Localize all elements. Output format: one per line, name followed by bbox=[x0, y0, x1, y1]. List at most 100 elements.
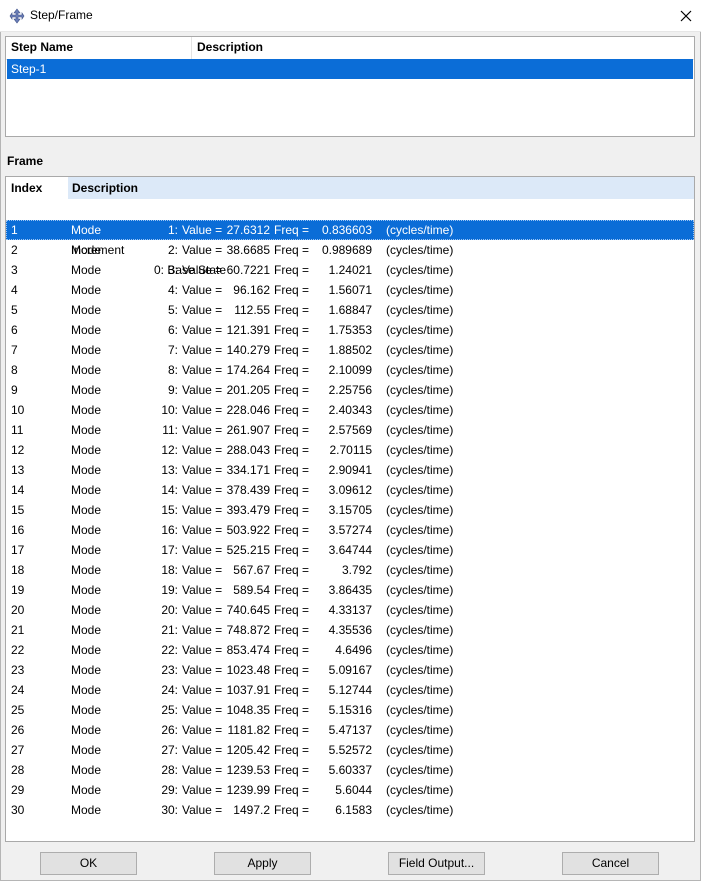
frame-row[interactable]: 9 Mode 9: Value = 201.205 Freq = 2.25756 (cycle… bbox=[6, 380, 694, 400]
frame-type: Mode bbox=[71, 303, 102, 317]
frame-row[interactable]: 24 Mode 24: Value = 1037.91 Freq = 5.12744 (cyc… bbox=[6, 680, 694, 700]
frequency: 3.86435 bbox=[328, 583, 372, 597]
frame-row[interactable]: 28 Mode 28: Value = 1239.53 Freq = 5.60337 (cyc… bbox=[6, 760, 694, 780]
frame-row[interactable]: 2 Mode 2: Value = 38.6685 Freq = 0.989689 (cycl… bbox=[6, 240, 694, 260]
frame-row[interactable]: 25 Mode 25: Value = 1048.35 Freq = 5.15316 (cyc… bbox=[6, 700, 694, 720]
mode-number: 4: bbox=[167, 283, 178, 297]
frame-index: 13 bbox=[11, 463, 25, 477]
frame-row[interactable]: 7 Mode 7: Value = 140.279 Freq = 1.88502 (cycle… bbox=[6, 340, 694, 360]
frequency-unit: (cycles/time) bbox=[386, 643, 454, 657]
step-table: Step Name Description Step-1 bbox=[5, 36, 695, 137]
frequency-unit: (cycles/time) bbox=[386, 303, 454, 317]
eigenvalue: 1023.48 bbox=[226, 663, 270, 677]
frequency: 5.12744 bbox=[328, 683, 372, 697]
frequency-unit: (cycles/time) bbox=[386, 463, 454, 477]
frame-row[interactable]: 29 Mode 29: Value = 1239.99 Freq = 5.6044 (cycl… bbox=[6, 780, 694, 800]
frame-index: 18 bbox=[11, 563, 25, 577]
mode-number: 20: bbox=[161, 603, 178, 617]
frequency-unit: (cycles/time) bbox=[386, 763, 454, 777]
mode-number: 26: bbox=[161, 723, 178, 737]
frame-row[interactable]: 22 Mode 22: Value = 853.474 Freq = 4.6496 (cycl… bbox=[6, 640, 694, 660]
frame-row[interactable]: 4 Mode 4: Value = 96.162 Freq = 1.56071 (cycles… bbox=[6, 280, 694, 300]
frame-row[interactable]: 17 Mode 17: Value = 525.215 Freq = 3.64744 (cyc… bbox=[6, 540, 694, 560]
freq-label: Freq = bbox=[274, 463, 310, 477]
frame-type: Mode bbox=[71, 463, 102, 477]
frequency-unit: (cycles/time) bbox=[386, 803, 454, 817]
mode-number: 29: bbox=[161, 783, 178, 797]
frequency: 1.75353 bbox=[328, 323, 372, 337]
frame-row[interactable]: 1 Mode 1: Value = 27.6312 Freq = 0.836603 (cycl… bbox=[6, 220, 694, 240]
frame-type: Mode bbox=[71, 563, 102, 577]
frame-row[interactable]: 21 Mode 21: Value = 748.872 Freq = 4.35536 (cyc… bbox=[6, 620, 694, 640]
frame-index: 11 bbox=[11, 423, 24, 437]
frame-row[interactable]: 20 Mode 20: Value = 740.645 Freq = 4.33137 (cyc… bbox=[6, 600, 694, 620]
frame-index: 5 bbox=[11, 303, 18, 317]
frame-row[interactable]: 23 Mode 23: Value = 1023.48 Freq = 5.09167 (cyc… bbox=[6, 660, 694, 680]
freq-label: Freq = bbox=[274, 423, 310, 437]
frame-row[interactable]: 16 Mode 16: Value = 503.922 Freq = 3.57274 (cyc… bbox=[6, 520, 694, 540]
frame-row[interactable]: 8 Mode 8: Value = 174.264 Freq = 2.10099 (cycle… bbox=[6, 360, 694, 380]
frequency: 3.15705 bbox=[328, 503, 372, 517]
frame-row[interactable]: 15 Mode 15: Value = 393.479 Freq = 3.15705 (cyc… bbox=[6, 500, 694, 520]
frame-row[interactable]: 6 Mode 6: Value = 121.391 Freq = 1.75353 (cycle… bbox=[6, 320, 694, 340]
frame-row[interactable]: 12 Mode 12: Value = 288.043 Freq = 2.70115 (cyc… bbox=[6, 440, 694, 460]
frame-index: 12 bbox=[11, 443, 25, 457]
column-description[interactable]: Description bbox=[192, 37, 692, 59]
freq-label: Freq = bbox=[274, 583, 310, 597]
mode-number: 14: bbox=[161, 483, 178, 497]
frame-type: Mode bbox=[71, 343, 102, 357]
frequency: 5.6044 bbox=[335, 783, 372, 797]
column-step-name[interactable]: Step Name bbox=[6, 37, 192, 59]
frequency: 3.57274 bbox=[328, 523, 372, 537]
column-description[interactable]: Description bbox=[68, 177, 694, 199]
eigenvalue: 121.391 bbox=[226, 323, 270, 337]
frame-row[interactable]: 26 Mode 26: Value = 1181.82 Freq = 5.47137 (cyc… bbox=[6, 720, 694, 740]
title-bar: Step/Frame bbox=[0, 0, 701, 32]
frame-row[interactable]: 30 Mode 30: Value = 1497.2 Freq = 6.1583 (cycle… bbox=[6, 800, 694, 820]
column-index[interactable]: Index bbox=[6, 177, 68, 199]
step-row-step-1[interactable]: Step-1 bbox=[7, 59, 693, 79]
frame-row[interactable]: 10 Mode 10: Value = 228.046 Freq = 2.40343 (cyc… bbox=[6, 400, 694, 420]
mode-number: 23: bbox=[161, 663, 178, 677]
eigenvalue: 112.55 bbox=[234, 303, 270, 317]
mode-number: 19: bbox=[161, 583, 178, 597]
freq-label: Freq = bbox=[274, 623, 310, 637]
freq-label: Freq = bbox=[274, 243, 310, 257]
frame-row[interactable]: 13 Mode 13: Value = 334.171 Freq = 2.90941 (cyc… bbox=[6, 460, 694, 480]
frequency: 6.1583 bbox=[335, 803, 372, 817]
frame-index: 4 bbox=[11, 283, 18, 297]
frame-type: Mode bbox=[71, 603, 102, 617]
frame-type: Mode bbox=[71, 543, 102, 557]
eigenvalue: 378.439 bbox=[226, 483, 270, 497]
frequency-unit: (cycles/time) bbox=[386, 743, 454, 757]
mode-number: 12: bbox=[161, 443, 178, 457]
freq-label: Freq = bbox=[274, 483, 310, 497]
close-icon[interactable] bbox=[671, 0, 701, 31]
eigenvalue: 503.922 bbox=[226, 523, 270, 537]
frame-row[interactable]: 11 Mode 11: Value = 261.907 Freq = 2.57569 (cyc… bbox=[6, 420, 694, 440]
frame-row[interactable]: 27 Mode 27: Value = 1205.42 Freq = 5.52572 (cyc… bbox=[6, 740, 694, 760]
frequency-unit: (cycles/time) bbox=[386, 583, 454, 597]
frame-index: 8 bbox=[11, 363, 18, 377]
frequency: 2.10099 bbox=[328, 363, 372, 377]
frame-row-base-state[interactable]: 0 Increment 0: Base State bbox=[6, 200, 694, 277]
frame-row[interactable]: 3 Mode 3: Value = 60.7221 Freq = 1.24021 (cycle… bbox=[6, 260, 694, 280]
frame-index: 17 bbox=[11, 543, 25, 557]
frame-row[interactable]: 18 Mode 18: Value = 567.67 Freq = 3.792 (cycles… bbox=[6, 560, 694, 580]
frame-type: Mode bbox=[71, 683, 102, 697]
cancel-button[interactable]: Cancel bbox=[562, 852, 659, 875]
field-output-button[interactable]: Field Output... bbox=[388, 852, 485, 875]
mode-number: 30: bbox=[161, 803, 178, 817]
frame-type: Mode bbox=[71, 383, 102, 397]
eigenvalue: 1048.35 bbox=[226, 703, 270, 717]
apply-button[interactable]: Apply bbox=[214, 852, 311, 875]
frame-row[interactable]: 14 Mode 14: Value = 378.439 Freq = 3.09612 (cyc… bbox=[6, 480, 694, 500]
eigenvalue: 38.6685 bbox=[226, 243, 270, 257]
frame-row[interactable]: 19 Mode 19: Value = 589.54 Freq = 3.86435 (cycl… bbox=[6, 580, 694, 600]
frequency: 5.52572 bbox=[328, 743, 372, 757]
eigenvalue: 27.6312 bbox=[226, 223, 270, 237]
ok-button[interactable]: OK bbox=[40, 852, 137, 875]
frame-row[interactable]: 5 Mode 5: Value = 112.55 Freq = 1.68847 (cycles… bbox=[6, 300, 694, 320]
step-frame-icon bbox=[9, 8, 25, 24]
freq-label: Freq = bbox=[274, 523, 310, 537]
